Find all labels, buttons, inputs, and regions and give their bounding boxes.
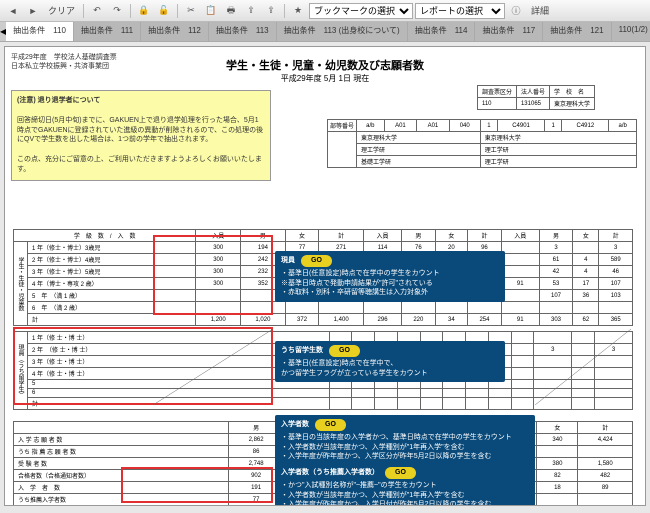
tab-bar: ◀ 抽出条件 110 抽出条件 111 抽出条件 112 抽出条件 113 抽出…: [0, 22, 650, 42]
highlight-box-2: [13, 327, 273, 405]
bookmark-icon[interactable]: ★: [289, 3, 307, 19]
cut-icon[interactable]: ✂: [182, 3, 200, 19]
lock-icon[interactable]: 🔒: [135, 3, 153, 19]
tab-117[interactable]: 抽出条件 117: [475, 22, 543, 41]
tab-112[interactable]: 抽出条件 112: [141, 22, 209, 41]
export2-icon[interactable]: ⇪: [262, 3, 280, 19]
tab-114[interactable]: 抽出条件 114: [408, 22, 476, 41]
print-icon[interactable]: 🖶: [222, 3, 240, 19]
bookmark-select[interactable]: ブックマークの選択: [309, 3, 413, 19]
report-page: 平成29年度 学校法人基礎調査票 日本私立学校振興・共済事業団 学生・生徒・児童…: [4, 46, 646, 506]
go-button-1[interactable]: GO: [301, 255, 332, 267]
tab-110-1[interactable]: 110(1/2): [612, 22, 650, 41]
clear-button[interactable]: クリア: [44, 4, 79, 17]
info-table: 調査票区分法人番号学 校 名 110131065東京理科大学: [477, 85, 595, 110]
toolbar: ◄ ► クリア ↶ ↷ 🔒 🔓 ✂ 📋 🖶 ⇪ ⇪ ★ ブックマークの選択 レポ…: [0, 0, 650, 22]
tab-113b[interactable]: 抽出条件 113 (出身校について): [277, 22, 408, 41]
unlock-icon[interactable]: 🔓: [155, 3, 173, 19]
callout-genin: 現員GO ・基準日(任意設定)時点で在学中の学生をカウント ※基準日時点で発動申…: [275, 251, 505, 302]
callout-nyugaku: 入学者数GO ・基準日の当該年度の入学者かつ、基準日時点で在学中の学生をカウント…: [275, 415, 535, 466]
page-subtitle: 平成29年度 5月 1日 現在: [11, 73, 639, 84]
forward-icon[interactable]: ►: [24, 3, 42, 19]
tab-121[interactable]: 抽出条件 121: [543, 22, 611, 41]
back-icon[interactable]: ◄: [4, 3, 22, 19]
tab-111[interactable]: 抽出条件 111: [74, 22, 141, 41]
tab-113[interactable]: 抽出条件 113: [209, 22, 277, 41]
notice-box: (注意) 退り退学者について 回答締切日(5月中旬)までに、GAKUEN上で退り…: [11, 90, 271, 180]
highlight-box-3: [121, 467, 273, 503]
redo-icon[interactable]: ↷: [108, 3, 126, 19]
go-button-3[interactable]: GO: [315, 419, 346, 431]
callout-suisen: 入学者数（うち推薦入学者数）GO ・かつ"入試種別名称が"~推薦~"の学生をカウ…: [275, 463, 535, 506]
detail-label: 詳細: [527, 4, 553, 17]
go-button-4[interactable]: GO: [385, 467, 416, 479]
go-button-2[interactable]: GO: [329, 345, 360, 357]
report-select[interactable]: レポートの選択: [415, 3, 505, 19]
copy-icon[interactable]: 📋: [202, 3, 220, 19]
export-icon[interactable]: ⇪: [242, 3, 260, 19]
callout-ryugaku: うち留学生数GO ・基準日(任意設定)時点で在学中で、 かつ留学生フラグが立って…: [275, 341, 505, 382]
highlight-box-1: [153, 235, 273, 315]
tab-110[interactable]: 抽出条件 110: [6, 22, 74, 41]
detail-icon[interactable]: ⓘ: [507, 3, 525, 19]
dept-table: 部等番号a/bA01A010401C49011C4912a/b 東京理科大学東京…: [327, 119, 637, 168]
undo-icon[interactable]: ↶: [88, 3, 106, 19]
